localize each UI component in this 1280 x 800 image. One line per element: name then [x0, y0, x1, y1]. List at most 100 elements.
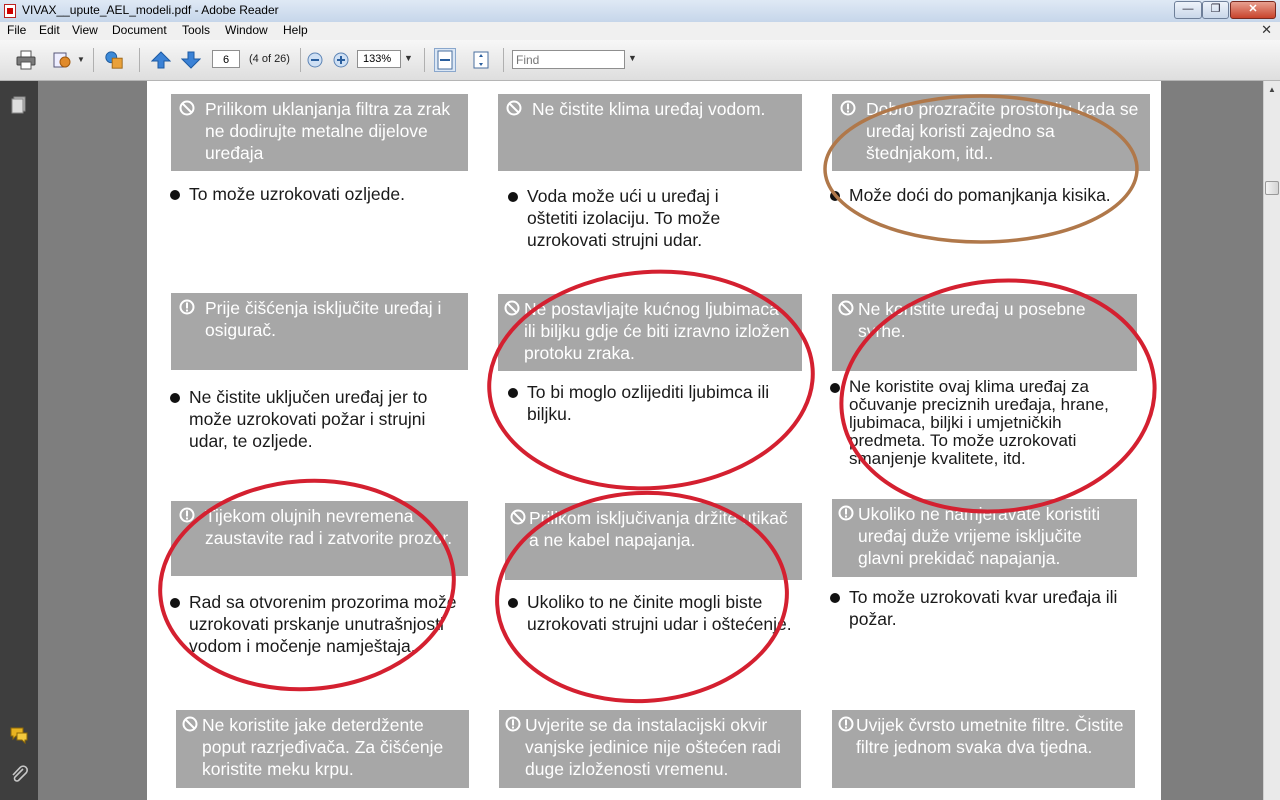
- note-text: To može uzrokovati kvar uređaja ili poža…: [849, 587, 1118, 629]
- print-icon[interactable]: [16, 50, 36, 70]
- menu-tools[interactable]: Tools: [182, 23, 210, 37]
- bullet-note: To bi moglo ozlijediti ljubimca ili bilj…: [507, 381, 787, 425]
- toolbar: ▼ 6 (4 of 26) 133% ▼ Find ▼: [0, 40, 1280, 81]
- warning-card: Ukoliko ne namjeravate koristiti uređaj …: [832, 499, 1137, 577]
- caution-icon: [505, 716, 521, 732]
- card-heading: Uvjerite se da instalacijski okvir vanjs…: [525, 715, 781, 779]
- maximize-button[interactable]: ❐: [1202, 1, 1229, 19]
- zoom-dropdown-icon[interactable]: ▼: [404, 53, 413, 63]
- prohibition-icon: [510, 509, 526, 525]
- page-count: (4 of 26): [249, 53, 290, 65]
- scrollbar-thumb[interactable]: [1265, 181, 1279, 195]
- bullet-note: Ukoliko to ne činite mogli biste uzrokov…: [507, 591, 792, 635]
- prohibition-icon: [179, 100, 195, 116]
- warning-card: Uvijek čvrsto umetnite filtre. Čistite f…: [832, 710, 1135, 788]
- menu-help[interactable]: Help: [283, 23, 308, 37]
- note-text: To bi moglo ozlijediti ljubimca ili bilj…: [527, 382, 770, 424]
- note-text: Rad sa otvorenim prozorima može uzrokova…: [189, 592, 457, 656]
- bullet-dot: [508, 192, 518, 202]
- card-heading: Ne postavljajte kućnog ljubimaca ili bil…: [524, 299, 790, 363]
- find-input[interactable]: Find: [512, 50, 625, 69]
- close-document-icon[interactable]: ✕: [1261, 22, 1272, 38]
- card-heading: Uvijek čvrsto umetnite filtre. Čistite f…: [856, 715, 1124, 757]
- bullet-note: Rad sa otvorenim prozorima može uzrokova…: [169, 591, 459, 657]
- warning-card: Ne koristite jake deterdžente poput razr…: [176, 710, 469, 788]
- menu-file[interactable]: File: [7, 23, 26, 37]
- card-heading: Tijekom olujnih nevremena zaustavite rad…: [205, 506, 453, 548]
- caution-icon: [179, 299, 195, 315]
- navigation-pane: [0, 81, 38, 800]
- toolbar-separator: [300, 48, 301, 72]
- menu-bar: File Edit View Document Tools Window Hel…: [0, 22, 1280, 40]
- menu-window[interactable]: Window: [225, 23, 268, 37]
- note-text: Voda može ući u uređaj i oštetiti izolac…: [527, 186, 721, 250]
- warning-card: Prije čišćenja isključite uređaj i osigu…: [171, 293, 468, 370]
- menu-edit[interactable]: Edit: [39, 23, 60, 37]
- bullet-dot: [508, 598, 518, 608]
- caution-icon: [838, 505, 854, 521]
- bullet-note: Ne koristite ovaj klima uređaj za očuvan…: [829, 378, 1129, 468]
- warning-card: Dobro prozračite prostoriju kada se uređ…: [832, 94, 1150, 171]
- warning-card: Prilikom isključivanja držite utikač a n…: [505, 503, 802, 580]
- card-heading: Dobro prozračite prostoriju kada se uređ…: [866, 99, 1139, 163]
- collaborate-icon[interactable]: [104, 50, 124, 70]
- pages-icon[interactable]: [9, 95, 29, 115]
- prohibition-icon: [506, 100, 522, 116]
- bullet-note: To može uzrokovati kvar uređaja ili poža…: [829, 586, 1129, 630]
- zoom-out-icon[interactable]: [307, 52, 323, 68]
- toolbar-separator: [93, 48, 94, 72]
- pdf-app-icon: [4, 4, 16, 18]
- attachments-icon[interactable]: [9, 764, 29, 784]
- card-heading: Ne čistite klima uređaj vodom.: [532, 99, 766, 119]
- minimize-button[interactable]: —: [1174, 1, 1202, 19]
- caution-icon: [840, 100, 856, 116]
- card-heading: Ukoliko ne namjeravate koristiti uređaj …: [858, 504, 1101, 568]
- bullet-dot: [830, 191, 840, 201]
- share-icon[interactable]: [52, 50, 72, 70]
- bullet-note: To može uzrokovati ozljede.: [169, 183, 459, 205]
- previous-page-icon[interactable]: [151, 50, 171, 70]
- bullet-dot: [830, 593, 840, 603]
- note-text: Ne čistite uključen uređaj jer to može u…: [189, 387, 428, 451]
- caution-icon: [179, 507, 195, 523]
- note-text: To može uzrokovati ozljede.: [189, 184, 405, 204]
- fit-page-icon[interactable]: [471, 50, 491, 70]
- card-heading: Prilikom isključivanja držite utikač a n…: [529, 508, 788, 550]
- share-dropdown-icon[interactable]: ▼: [77, 55, 85, 64]
- bullet-dot: [508, 388, 518, 398]
- zoom-in-icon[interactable]: [333, 52, 349, 68]
- comments-icon[interactable]: [9, 725, 29, 745]
- note-text: Ukoliko to ne činite mogli biste uzrokov…: [527, 592, 792, 634]
- bullet-note: Može doći do pomanjkanja kisika.: [829, 184, 1149, 206]
- vertical-scrollbar[interactable]: ▲: [1263, 81, 1280, 800]
- scroll-up-arrow-icon[interactable]: ▲: [1264, 81, 1280, 98]
- fit-width-icon[interactable]: [434, 48, 456, 72]
- warning-card: Ne čistite klima uređaj vodom.: [498, 94, 802, 171]
- toolbar-separator: [424, 48, 425, 72]
- prohibition-icon: [838, 300, 854, 316]
- bullet-note: Voda može ući u uređaj i oštetiti izolac…: [507, 185, 772, 251]
- close-window-button[interactable]: ✕: [1230, 1, 1276, 19]
- menu-view[interactable]: View: [72, 23, 98, 37]
- card-heading: Prije čišćenja isključite uređaj i osigu…: [205, 298, 442, 340]
- bullet-dot: [170, 598, 180, 608]
- find-dropdown-icon[interactable]: ▼: [628, 53, 637, 63]
- prohibition-icon: [504, 300, 520, 316]
- warning-card: Uvjerite se da instalacijski okvir vanjs…: [499, 710, 801, 788]
- card-heading: Ne koristite jake deterdžente poput razr…: [202, 715, 444, 779]
- card-heading: Prilikom uklanjanja filtra za zrak ne do…: [205, 99, 451, 163]
- zoom-level-input[interactable]: 133%: [357, 50, 401, 68]
- caution-icon: [838, 716, 854, 732]
- bullet-note: Ne čistite uključen uređaj jer to može u…: [169, 386, 459, 452]
- window-title: VIVAX__upute_AEL_modeli.pdf - Adobe Read…: [22, 3, 279, 17]
- title-bar: VIVAX__upute_AEL_modeli.pdf - Adobe Read…: [0, 0, 1280, 23]
- bullet-dot: [830, 383, 840, 393]
- page-number-input[interactable]: 6: [212, 50, 240, 68]
- menu-document[interactable]: Document: [112, 23, 167, 37]
- warning-card: Ne koristite uređaj u posebne svrhe.: [832, 294, 1137, 371]
- card-heading: Ne koristite uređaj u posebne svrhe.: [858, 299, 1086, 341]
- prohibition-icon: [182, 716, 198, 732]
- note-text: Ne koristite ovaj klima uređaj za očuvan…: [849, 377, 1109, 468]
- next-page-icon[interactable]: [181, 50, 201, 70]
- toolbar-separator: [503, 48, 504, 72]
